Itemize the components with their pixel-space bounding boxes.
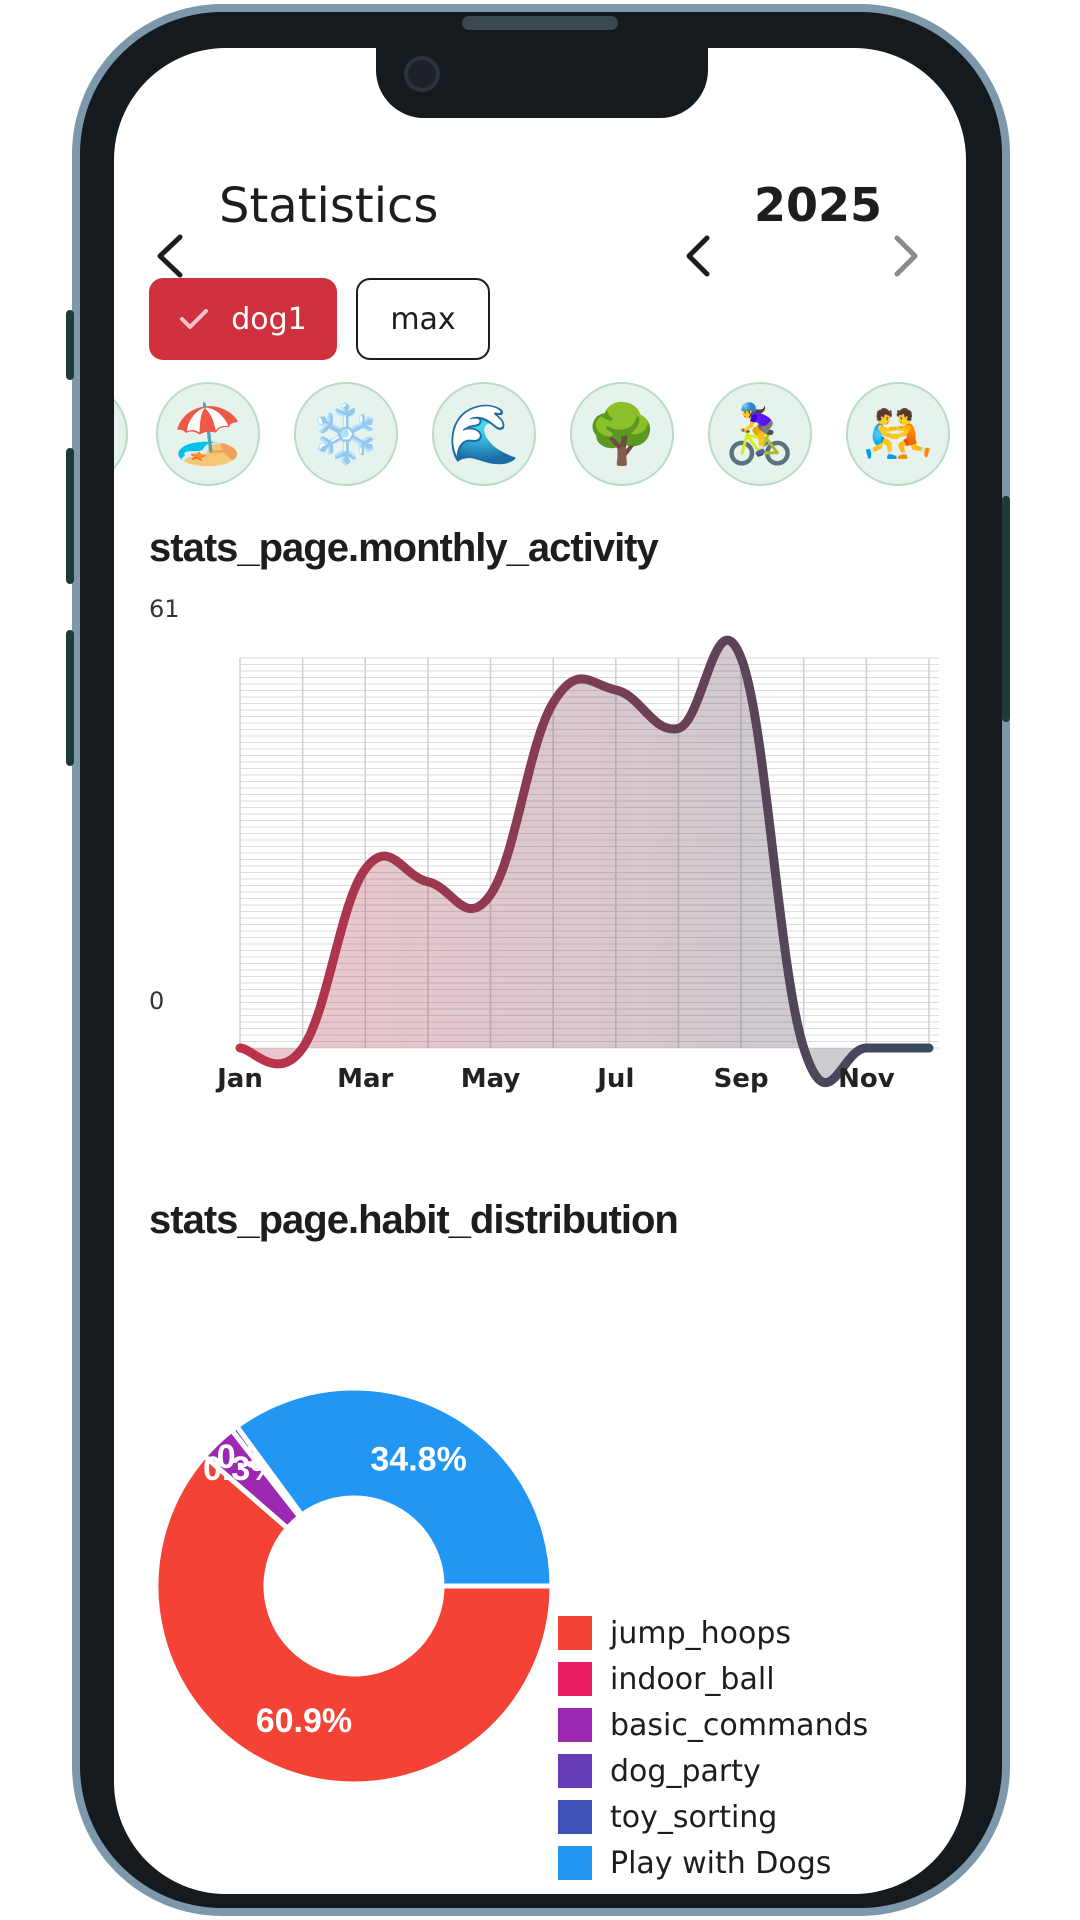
- legend-item-jump_hoops: jump_hoops: [558, 1610, 868, 1656]
- x-tick-jul: Jul: [597, 1064, 635, 1094]
- check-icon: [180, 309, 209, 329]
- legend-label: jump_hoops: [610, 1615, 792, 1651]
- legend-label: Play with Dogs: [610, 1845, 832, 1881]
- pie-label-jump_hoops: 60.9%: [256, 1702, 352, 1740]
- dog-chip-label: dog1: [231, 301, 307, 337]
- tree-icon[interactable]: 🌳: [570, 382, 674, 486]
- chevron-right-icon: [894, 235, 918, 277]
- habit-distribution-title: stats_page.habit_distribution: [149, 1198, 679, 1242]
- legend-swatch: [558, 1708, 592, 1742]
- x-tick-jan: Jan: [217, 1064, 263, 1094]
- pie-legend: jump_hoops indoor_ball basic_commands dog_p…: [558, 1610, 868, 1886]
- pie-slice-play-with-dogs: [233, 1385, 555, 1589]
- back-button[interactable]: [142, 228, 198, 284]
- monthly-activity-chart: [235, 635, 939, 1088]
- legend-swatch: [558, 1754, 592, 1788]
- x-tick-mar: Mar: [337, 1064, 394, 1094]
- legend-swatch: [558, 1616, 592, 1650]
- habit-icon-partial[interactable]: [114, 382, 128, 486]
- beach-umbrella-icon[interactable]: 🏖️: [156, 382, 260, 486]
- legend-swatch: [558, 1800, 592, 1834]
- legend-label: indoor_ball: [610, 1661, 775, 1697]
- legend-item-dog_party: dog_party: [558, 1748, 868, 1794]
- legend-label: toy_sorting: [610, 1799, 778, 1835]
- legend-item-indoor_ball: indoor_ball: [558, 1656, 868, 1702]
- pie-label-play-with-dogs: 34.8%: [370, 1440, 466, 1478]
- arrow-left-icon: [157, 234, 183, 278]
- legend-label: basic_commands: [610, 1707, 869, 1743]
- volume-button: [66, 310, 74, 380]
- cyclist-icon[interactable]: 🚴‍♀️: [708, 382, 812, 486]
- x-tick-nov: Nov: [838, 1064, 895, 1094]
- front-camera: [404, 56, 440, 92]
- chevron-left-icon: [686, 235, 710, 277]
- legend-item-toy_sorting: toy_sorting: [558, 1794, 868, 1840]
- power-button: [1002, 496, 1010, 722]
- x-tick-sep: Sep: [713, 1064, 769, 1094]
- x-tick-may: May: [460, 1064, 521, 1094]
- legend-item-basic_commands: basic_commands: [558, 1702, 868, 1748]
- year-label: 2025: [754, 178, 883, 232]
- prev-year-button[interactable]: [670, 228, 726, 284]
- dog-chip-dog1[interactable]: dog1: [149, 278, 337, 360]
- page-title: Statistics: [219, 178, 439, 234]
- volume-down-button: [66, 630, 74, 766]
- monthly-activity-title: stats_page.monthly_activity: [149, 526, 659, 570]
- wrestlers-icon[interactable]: 🤼: [846, 382, 950, 486]
- legend-swatch: [558, 1662, 592, 1696]
- legend-label: dog_party: [610, 1753, 761, 1789]
- habit-distribution-chart: 60.9%0.3%0.3% 34.8%: [153, 1385, 555, 1787]
- volume-up-button: [66, 448, 74, 584]
- legend-swatch: [558, 1846, 592, 1880]
- legend-item-play-with-dogs: Play with Dogs: [558, 1840, 868, 1886]
- app-screen: Statistics 2025 dog1 max 🏖️ ❄️ 🌊 🌳 🚴‍♀️ …: [114, 48, 966, 1894]
- snowflake-icon[interactable]: ❄️: [294, 382, 398, 486]
- speaker: [462, 16, 618, 30]
- water-wave-icon[interactable]: 🌊: [432, 382, 536, 486]
- next-year-button[interactable]: [878, 228, 934, 284]
- dog-chip-max[interactable]: max: [356, 278, 490, 360]
- activity-area: [240, 640, 929, 1083]
- dog-chip-label: max: [390, 301, 456, 337]
